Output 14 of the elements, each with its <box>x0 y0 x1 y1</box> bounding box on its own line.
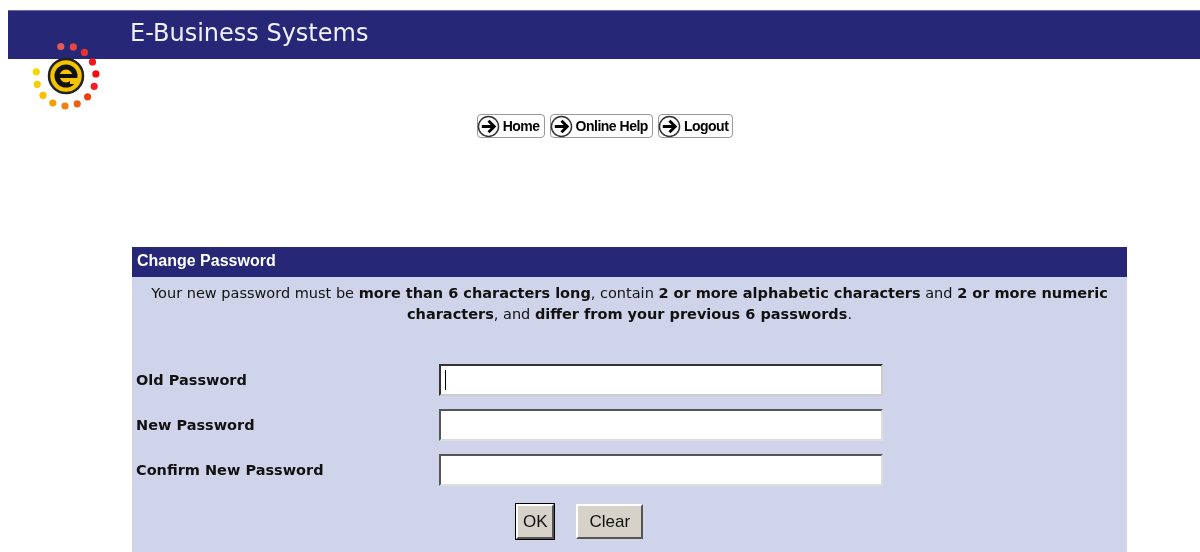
form-button[interactable]: OK <box>515 504 555 539</box>
site-title: E-Business Systems <box>130 19 369 49</box>
password-rules-text: Your new password must be more than 6 characters long, contain 2 or more alphabetic characters and 2 or more numeric characters, and differ from your previous 6 passwords. <box>150 284 1109 324</box>
password-field[interactable] <box>439 453 883 486</box>
field-label: Confirm New Password <box>135 461 325 478</box>
nav-button[interactable]: Home <box>476 114 545 138</box>
form-button[interactable]: Clear <box>576 504 644 539</box>
field-label: New Password <box>135 416 256 433</box>
panel-title: Change Password <box>132 247 1127 277</box>
password-field[interactable] <box>439 408 883 441</box>
field-label: Old Password <box>135 371 248 388</box>
password-field[interactable] <box>439 363 883 396</box>
nav-button[interactable]: Logout <box>657 114 734 138</box>
nav-button[interactable]: Online Help <box>549 114 653 138</box>
